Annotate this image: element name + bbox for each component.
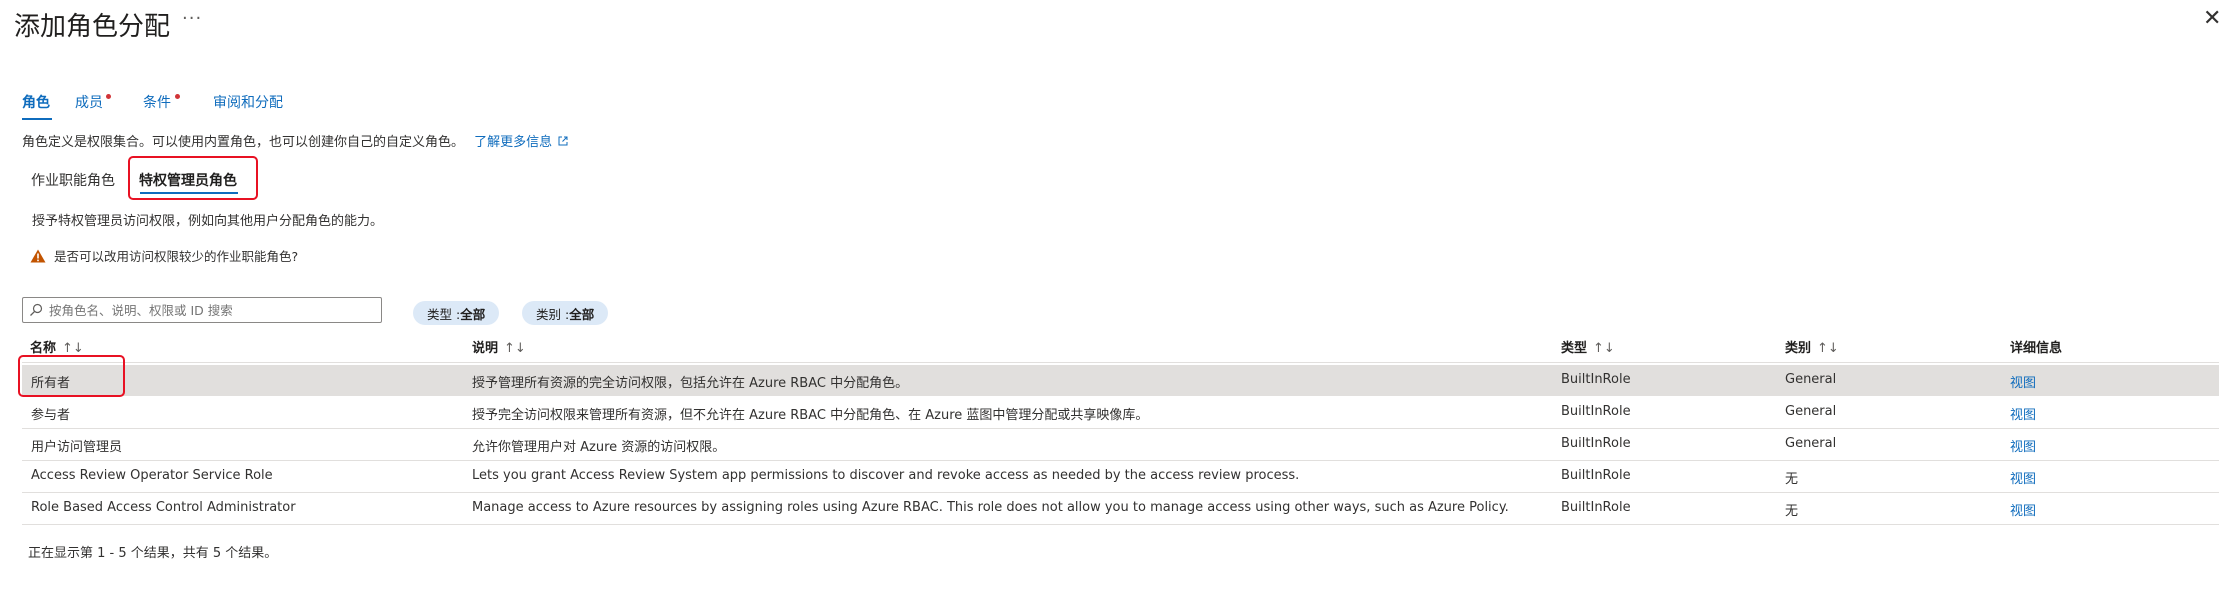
column-header-name[interactable]: 名称 ↑↓	[30, 337, 84, 356]
filter-category-value: 全部	[569, 306, 595, 322]
search-icon	[30, 303, 43, 316]
table-row[interactable]	[22, 429, 2219, 460]
role-description: 角色定义是权限集合。可以使用内置角色，也可以创建你自己的自定义角色。 了解更多信…	[22, 131, 568, 150]
row-category: General	[1785, 404, 1837, 419]
column-header-description[interactable]: 说明 ↑↓	[472, 337, 526, 356]
tab-review-assign[interactable]: 审阅和分配	[213, 92, 283, 112]
row-type: BuiltInRole	[1561, 372, 1631, 387]
row-description: Lets you grant Access Review System app …	[472, 468, 1300, 483]
page-title: 添加角色分配	[14, 12, 171, 42]
filter-type-value: 全部	[460, 306, 486, 322]
row-view-link[interactable]: 视图	[2010, 500, 2036, 519]
description-text: 角色定义是权限集合。可以使用内置角色，也可以创建你自己的自定义角色。	[22, 135, 465, 150]
filter-category-pill[interactable]: 类别 : 全部	[522, 301, 609, 325]
search-input[interactable]	[47, 301, 371, 319]
row-type: BuiltInRole	[1561, 468, 1631, 483]
required-indicator	[175, 94, 180, 99]
column-header-details: 详细信息	[2010, 341, 2063, 356]
filter-type-key: 类型 :	[427, 306, 461, 322]
sort-icon[interactable]: ↑↓	[62, 341, 84, 356]
search-box[interactable]	[22, 297, 382, 323]
column-header-category[interactable]: 类别 ↑↓	[1785, 337, 1839, 356]
learn-more-link[interactable]: 了解更多信息	[474, 135, 568, 150]
highlight-box	[18, 355, 125, 397]
row-category: General	[1785, 436, 1837, 451]
tab-conditions[interactable]: 条件	[143, 92, 171, 112]
close-icon[interactable]: ✕	[2203, 6, 2219, 31]
highlight-box	[128, 156, 258, 200]
warning-text: 是否可以改用访问权限较少的作业职能角色?	[54, 249, 299, 264]
filter-type-pill[interactable]: 类型 : 全部	[413, 301, 500, 325]
tab-members[interactable]: 成员	[75, 92, 103, 112]
results-count: 正在显示第 1 - 5 个结果，共有 5 个结果。	[28, 546, 278, 561]
row-view-link[interactable]: 视图	[2010, 372, 2036, 391]
sort-icon[interactable]: ↑↓	[504, 341, 526, 356]
table-row[interactable]	[22, 365, 2219, 396]
row-description: 授予完全访问权限来管理所有资源，但不允许在 Azure RBAC 中分配角色、在…	[472, 408, 1149, 423]
row-view-link[interactable]: 视图	[2010, 404, 2036, 423]
row-description: 允许你管理用户对 Azure 资源的访问权限。	[472, 440, 726, 455]
row-name: Role Based Access Control Administrator	[31, 500, 296, 515]
external-link-icon	[558, 136, 568, 146]
sort-icon[interactable]: ↑↓	[1817, 341, 1839, 356]
sort-icon[interactable]: ↑↓	[1593, 341, 1615, 356]
row-name: Access Review Operator Service Role	[31, 468, 273, 483]
active-tab-indicator	[22, 118, 52, 120]
more-options-icon[interactable]: ···	[182, 8, 202, 29]
row-type: BuiltInRole	[1561, 436, 1631, 451]
row-name: 参与者	[31, 408, 71, 423]
column-header-type[interactable]: 类型 ↑↓	[1561, 337, 1615, 356]
row-type: BuiltInRole	[1561, 500, 1631, 515]
required-indicator	[106, 94, 111, 99]
row-view-link[interactable]: 视图	[2010, 436, 2036, 455]
row-description: 授予管理所有资源的完全访问权限，包括允许在 Azure RBAC 中分配角色。	[472, 376, 909, 391]
row-view-link[interactable]: 视图	[2010, 468, 2036, 487]
warning-icon	[30, 249, 46, 262]
row-category: 无	[1785, 472, 1799, 487]
warning-message: 是否可以改用访问权限较少的作业职能角色?	[30, 246, 298, 265]
row-description: Manage access to Azure resources by assi…	[472, 500, 1509, 515]
row-type: BuiltInRole	[1561, 404, 1631, 419]
row-name: 用户访问管理员	[31, 440, 123, 455]
tab-role[interactable]: 角色	[22, 92, 50, 112]
row-divider	[22, 524, 2219, 525]
header-divider	[22, 362, 2219, 363]
subtab-description: 授予特权管理员访问权限，例如向其他用户分配角色的能力。	[32, 214, 384, 229]
subtab-job-function-roles[interactable]: 作业职能角色	[31, 170, 115, 190]
row-category: 无	[1785, 504, 1799, 519]
filter-category-key: 类别 :	[536, 306, 570, 322]
row-category: General	[1785, 372, 1837, 387]
